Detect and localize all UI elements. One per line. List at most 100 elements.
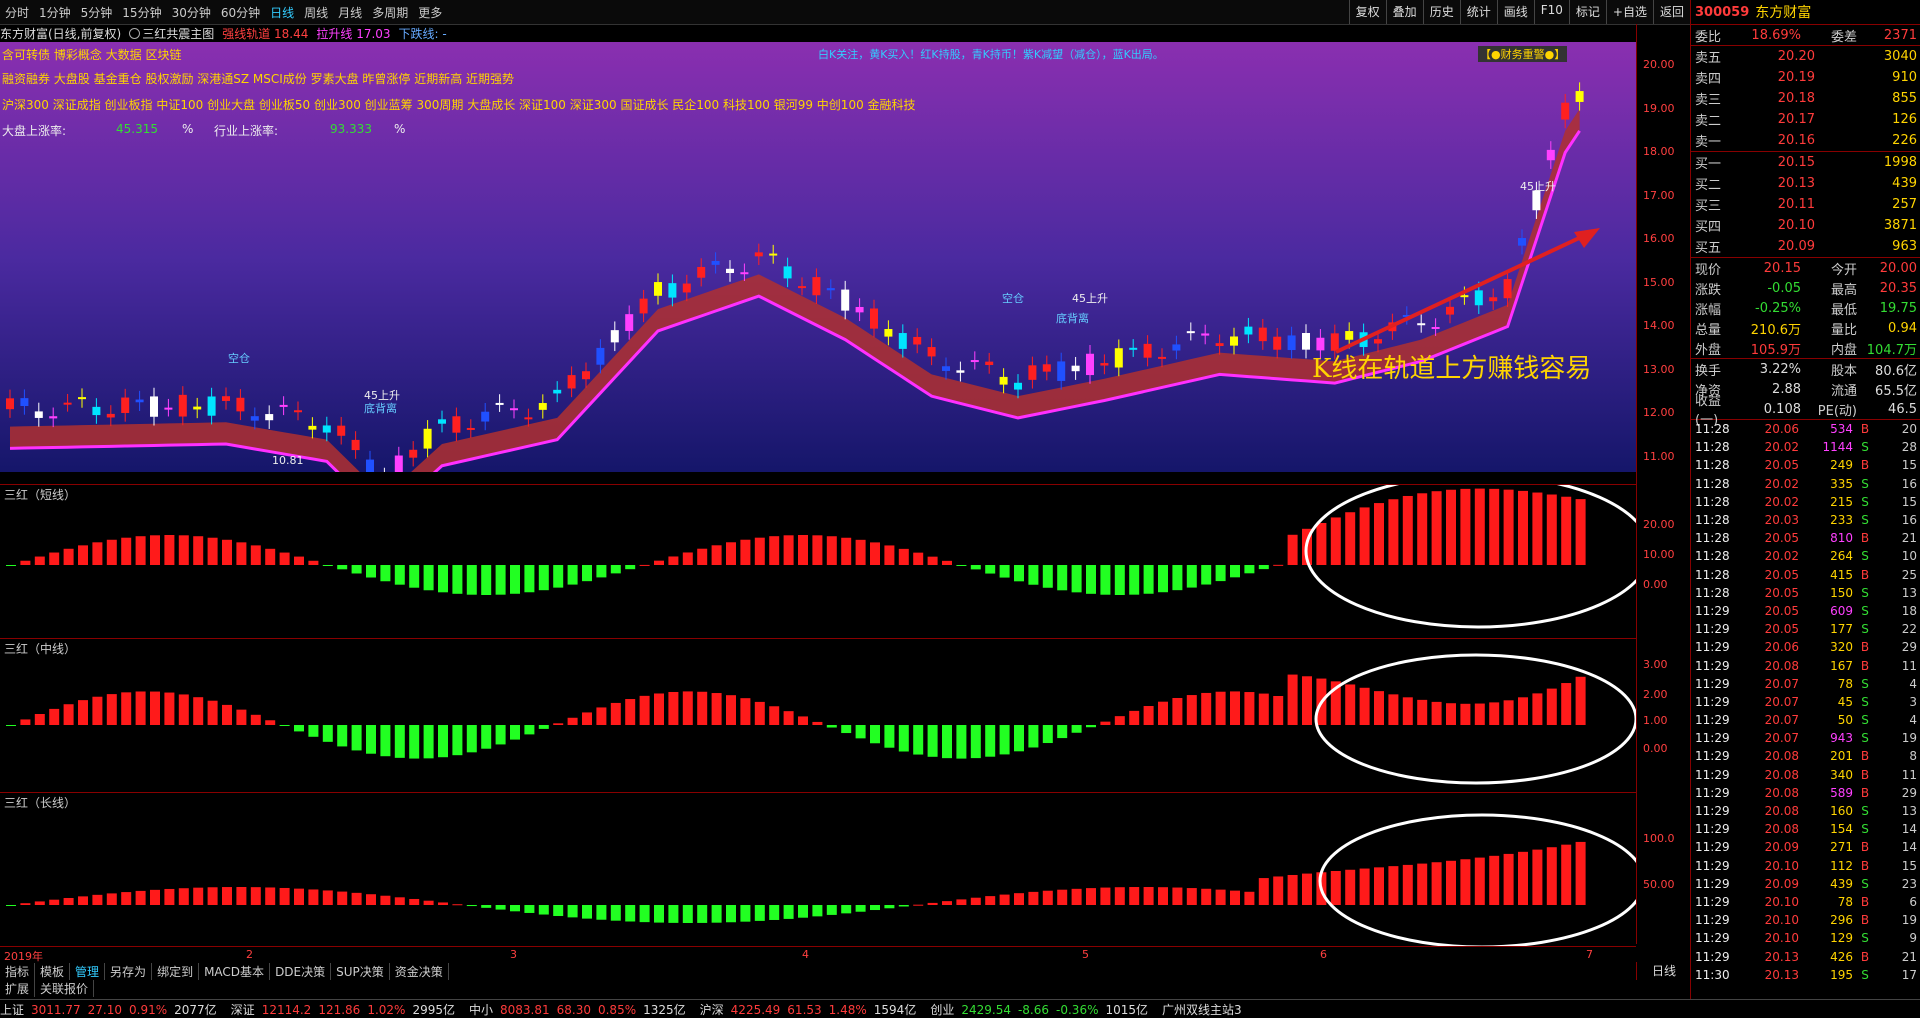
- tick-row: 11:28 20.02 335 S 16: [1691, 475, 1920, 493]
- tool-button[interactable]: 标记: [1568, 0, 1606, 24]
- tick-price: 20.09: [1764, 876, 1799, 891]
- indicator-short[interactable]: 三红（短线）: [0, 484, 1636, 639]
- tool-button[interactable]: 历史: [1422, 0, 1460, 24]
- indicator-tick: 100.0: [1643, 832, 1675, 845]
- date-tick: 6: [1320, 948, 1327, 961]
- index-quote[interactable]: 上证 3011.77 27.10 0.91% 2077亿: [0, 1001, 224, 1018]
- indicator-tab[interactable]: 管理: [70, 962, 106, 980]
- period-tab[interactable]: 月线: [333, 4, 367, 21]
- index-quote[interactable]: 中小 8083.81 68.30 0.85% 1325亿: [469, 1001, 693, 1018]
- period-tab[interactable]: 更多: [413, 4, 447, 21]
- indicator-long[interactable]: 三红（长线）: [0, 792, 1636, 947]
- stat-value: -0.25%: [1755, 300, 1801, 316]
- tick-time: 11:28: [1695, 476, 1730, 491]
- tick-count: 23: [1901, 876, 1917, 891]
- candle-body: [1460, 295, 1469, 298]
- period-tab[interactable]: 15分钟: [117, 4, 166, 21]
- tick-row: 11:28 20.02 215 S 15: [1691, 493, 1920, 511]
- indicator-mid-title: 三红（中线）: [4, 642, 77, 656]
- period-tab[interactable]: 60分钟: [216, 4, 265, 21]
- order-level: 买一: [1695, 157, 1722, 172]
- component-tags: 沪深300 深证成指 创业板指 中证100 创业大盘 创业板50 创业300 创…: [2, 98, 916, 112]
- index-name: 深证: [230, 1002, 255, 1017]
- candle-body: [1489, 297, 1498, 302]
- tick-price: 20.10: [1764, 913, 1799, 928]
- stat-row: 换手 3.22% 股本 80.6亿: [1691, 359, 1920, 379]
- index-change: -8.66: [1017, 1002, 1050, 1017]
- signal-empty-2: 空仓: [1002, 292, 1024, 305]
- down-line-value: 下跌线: -: [398, 26, 447, 41]
- candle-body: [135, 399, 144, 403]
- tick-direction: S: [1861, 931, 1869, 946]
- quote-stats: 现价 20.15 今开 20.00 涨跌 -0.05 最高 20.35 涨幅 -0.25% 最低 19…: [1691, 258, 1920, 358]
- stat-label: 现价: [1695, 262, 1722, 278]
- ask-book: 卖五 20.20 3040 卖四 20.19 910 卖三 20.18 855 卖二 20.17 12…: [1691, 46, 1920, 151]
- order-qty: 126: [1892, 112, 1917, 127]
- main-kline-chart[interactable]: 含可转债 博彩概念 大数据 区块链 融资融券 大盘股 基金重仓 股权激励 深港通…: [0, 42, 1636, 472]
- price-tick: 18.00: [1643, 145, 1675, 158]
- candle-body: [1446, 306, 1454, 315]
- period-tab[interactable]: 1分钟: [34, 4, 76, 21]
- indicator-mid[interactable]: 三红（中线）: [0, 638, 1636, 793]
- candle-body: [1359, 332, 1368, 348]
- price-tick: 12.00: [1643, 406, 1675, 419]
- tick-row: 11:30 20.13 195 S 17: [1691, 966, 1920, 984]
- annotation-text: K线在轨道上方赚钱容易: [1312, 354, 1592, 384]
- index-name: 上证: [0, 1002, 25, 1017]
- tick-row: 11:28 20.05 415 B 25: [1691, 566, 1920, 584]
- order-qty: 1998: [1883, 155, 1917, 170]
- tool-button[interactable]: 叠加: [1385, 0, 1423, 24]
- period-tab[interactable]: 30分钟: [167, 4, 216, 21]
- tick-volume: 589: [1830, 785, 1853, 800]
- sub-tab[interactable]: 扩展: [0, 980, 36, 997]
- server-name: 广州双线主站3: [1162, 1002, 1242, 1017]
- tool-button[interactable]: 复权: [1348, 0, 1386, 24]
- candle-body: [308, 425, 317, 430]
- period-tab[interactable]: 多周期: [367, 4, 413, 21]
- candle-body: [798, 286, 806, 289]
- finance-alert[interactable]: 【●财务重警●】: [1478, 46, 1568, 62]
- index-quote[interactable]: 沪深 4225.49 61.53 1.48% 1594亿: [700, 1001, 924, 1018]
- indicator-tab[interactable]: DDE决策: [270, 962, 332, 980]
- candle-body: [1100, 363, 1109, 366]
- candle-body: [481, 411, 490, 422]
- indicator-tab[interactable]: 指标: [0, 962, 36, 980]
- tool-button[interactable]: 统计: [1459, 0, 1497, 24]
- sub-tab[interactable]: 关联报价: [35, 980, 95, 997]
- tick-row: 11:29 20.08 154 S 14: [1691, 820, 1920, 838]
- tool-button[interactable]: +自选: [1605, 0, 1653, 24]
- tick-volume: 534: [1830, 422, 1853, 437]
- tick-count: 16: [1901, 513, 1917, 528]
- index-quote[interactable]: 创业 2429.54 -8.66 -0.36% 1015亿: [930, 1001, 1155, 1018]
- formula-dropdown[interactable]: 三红共震主图: [129, 25, 214, 42]
- tick-list[interactable]: 11:28 20.06 534 B 20 11:28 20.02 1144 S 28 11:28 20…: [1691, 420, 1920, 984]
- tick-count: 6: [1909, 894, 1917, 909]
- period-tab[interactable]: 分时: [0, 4, 34, 21]
- highlight-ellipse-1: [1304, 485, 1636, 629]
- period-tab[interactable]: 周线: [299, 4, 333, 21]
- tick-volume: 78: [1837, 894, 1853, 909]
- period-indicator[interactable]: 日线: [1636, 962, 1691, 980]
- indicator-tab[interactable]: MACD基本: [199, 962, 271, 980]
- tool-button[interactable]: 画线: [1496, 0, 1534, 24]
- index-quote[interactable]: 深证 12114.2 121.86 1.02% 2995亿: [231, 1001, 462, 1018]
- indicator-tab[interactable]: 另存为: [105, 962, 153, 980]
- tool-button[interactable]: 返回: [1652, 0, 1690, 24]
- tick-volume: 167: [1830, 658, 1853, 673]
- indicator-tab[interactable]: 资金决策: [390, 962, 449, 980]
- tick-direction: S: [1861, 603, 1869, 618]
- candle-body: [668, 283, 677, 298]
- stat-value: 0.108: [1763, 401, 1801, 417]
- indicator-tab[interactable]: SUP决策: [331, 962, 390, 980]
- indicator-tab[interactable]: 绑定到: [152, 962, 200, 980]
- period-tab[interactable]: 5分钟: [76, 4, 118, 21]
- tool-button[interactable]: F10: [1533, 0, 1569, 24]
- candle-body: [898, 333, 907, 349]
- period-tab[interactable]: 日线: [265, 4, 299, 21]
- signal-up-2: 45上升: [1072, 292, 1108, 305]
- indicator-tab[interactable]: 模板: [35, 962, 71, 980]
- candle-body: [812, 277, 821, 296]
- price-tick: 17.00: [1643, 188, 1675, 202]
- indicator-tick: 2.00: [1643, 688, 1668, 701]
- tick-direction: S: [1861, 585, 1869, 600]
